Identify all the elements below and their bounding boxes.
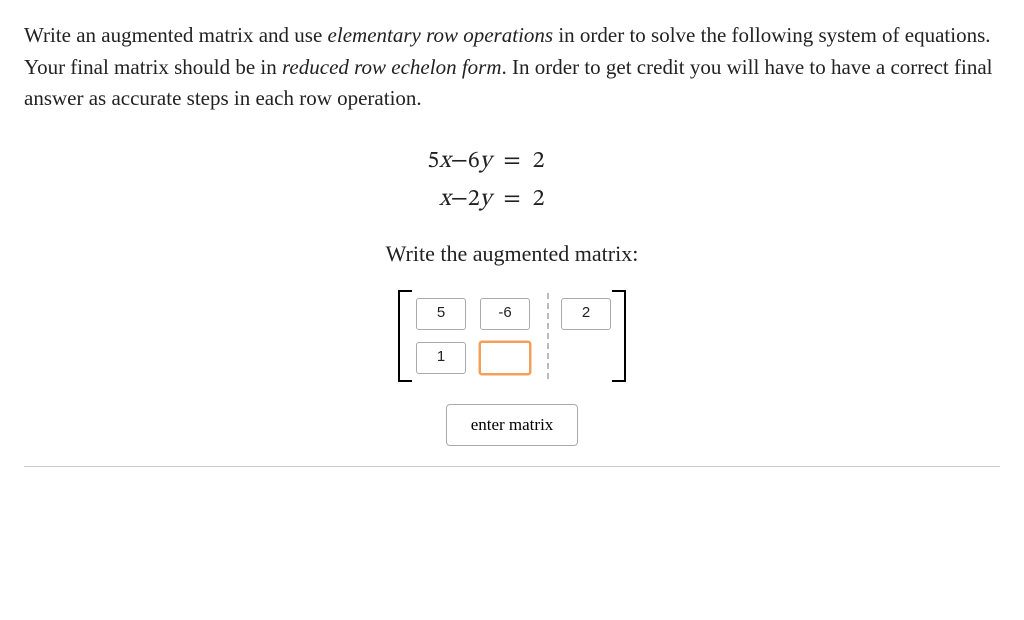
eq1-coeff-x: 5 [427,149,439,173]
problem-instructions: Write an augmented matrix and use elemen… [24,20,1000,115]
eq2-coeff-y: 2 [468,187,480,211]
matrix-cell-r2c3[interactable] [561,342,611,374]
instr-em1: elementary row operations [328,23,554,47]
augmented-matrix: 5 -6 2 1 [388,284,636,388]
sub-prompt: Write the augmented matrix: [24,237,1000,270]
matrix-cell-r1c3[interactable]: 2 [561,298,611,330]
left-bracket [398,290,412,382]
divider-rule [24,466,1000,467]
eq1-coeff-y: 6 [468,149,480,173]
eq2-var-y: y [480,187,492,211]
equation-2: x−2y = 2 [24,181,1000,217]
eq2-equals: = [497,181,526,217]
instr-part1: Write an augmented matrix and use [24,23,328,47]
eq1-var-y: y [480,149,492,173]
eq1-rhs: 2 [533,143,1000,179]
matrix-cell-r2c2[interactable] [479,341,531,375]
eq1-var-x: x [439,149,451,173]
eq2-rhs: 2 [533,181,1000,217]
matrix-cell-r1c2[interactable]: -6 [480,298,530,330]
right-bracket [612,290,626,382]
equation-system: 5x−6y = 2 x−2y = 2 [24,143,1000,217]
enter-matrix-button[interactable]: enter matrix [446,404,579,446]
eq2-var-x: x [439,187,451,211]
equation-1: 5x−6y = 2 [24,143,1000,179]
eq2-op: − [451,187,468,211]
eq1-op: − [451,149,468,173]
matrix-cell-r2c1[interactable]: 1 [416,342,466,374]
eq1-equals: = [497,143,526,179]
matrix-cell-r1c1[interactable]: 5 [416,298,466,330]
instr-em2: reduced row echelon form [282,55,501,79]
